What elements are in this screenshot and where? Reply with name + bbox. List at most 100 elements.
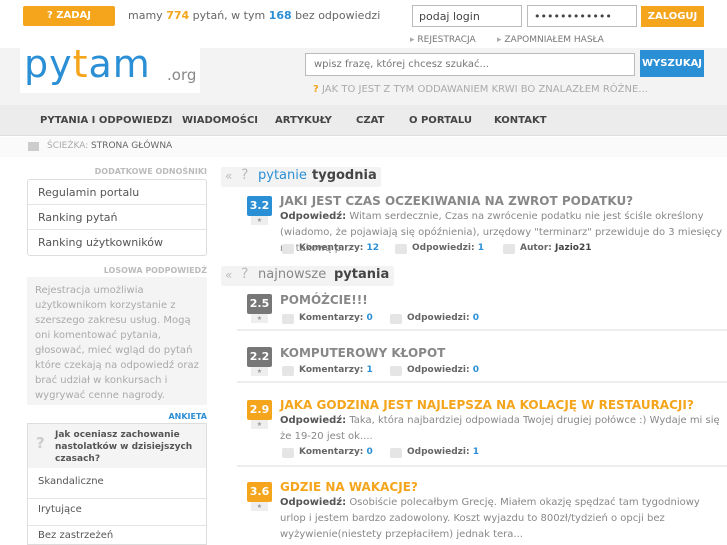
question-title[interactable]: GDZIE NA WAKACJE?: [280, 480, 418, 494]
rating-stars-icon: ★: [251, 314, 268, 323]
comments-label: Komentarzy:: [299, 243, 364, 253]
book-icon: [28, 142, 39, 151]
section-week-word2: tygodnia: [312, 168, 377, 183]
sidebar-link-rules[interactable]: Regulamin portalu: [28, 180, 206, 205]
question-mark-icon: ?: [313, 84, 319, 95]
answers-count[interactable]: Odpowiedzi: 1: [407, 447, 479, 457]
nav-item-questions[interactable]: PYTANIA I ODPOWIEDZI: [40, 115, 172, 126]
forgot-password-link[interactable]: ZAPOMNIAŁEM HASŁA: [497, 35, 603, 45]
answer-label: Odpowiedź:: [280, 415, 347, 426]
sidebar-random-tip: Rejestracja umożliwia użytkownikom korzy…: [27, 277, 207, 405]
answers-count[interactable]: Odpowiedzi: 0: [407, 313, 479, 323]
double-arrow-icon: «: [225, 268, 233, 282]
answer-text: Taka, która najbardziej odpowiada Twojej…: [280, 415, 720, 442]
answer-label: Odpowiedź:: [280, 497, 347, 508]
logo-text-b: am: [88, 42, 151, 86]
answers-icon: [390, 366, 402, 376]
search-input[interactable]: [305, 53, 635, 76]
question-mark-icon: ?: [241, 167, 249, 183]
comments-value: 12: [366, 243, 380, 253]
poll-option-irritating[interactable]: Irytujące: [38, 504, 82, 515]
answers-count[interactable]: Odpowiedzi: 0: [407, 365, 479, 375]
comments-value: 0: [366, 313, 373, 323]
comments-count[interactable]: Komentarzy: 12: [299, 243, 379, 253]
answers-value: 0: [472, 313, 479, 323]
comments-count[interactable]: Komentarzy: 0: [299, 447, 373, 457]
nav-item-contact[interactable]: KONTAKT: [494, 115, 547, 126]
poll-option-scandalous[interactable]: Skandaliczne: [38, 476, 104, 487]
sidebar-links-header: DODATKOWE ODNOŚNIKI: [94, 167, 207, 176]
rating-stars-icon: ★: [251, 420, 268, 429]
answers-icon: [390, 448, 402, 458]
user-icon: [503, 244, 515, 254]
search-button[interactable]: WYSZUKAJ: [640, 50, 704, 77]
stats-middle: pytań, w tym: [192, 9, 266, 22]
author[interactable]: Autor: Jazio21: [520, 243, 592, 253]
comments-icon: [282, 366, 294, 376]
question-row: 2.2 ★ KOMPUTEROWY KŁOPOT Komentarzy: 1 O…: [237, 339, 727, 383]
sidebar-link-question-ranking[interactable]: Ranking pytań: [28, 205, 206, 230]
answer-label: Odpowiedź:: [280, 211, 347, 222]
comments-count[interactable]: Komentarzy: 0: [299, 313, 373, 323]
rating-badge: 2.2: [247, 347, 272, 367]
logo-text-t: t: [72, 42, 89, 86]
random-question-link[interactable]: ? JAK TO JEST Z TYM ODDAWANIEM KRWI BO Z…: [313, 84, 648, 95]
nav-item-about[interactable]: O PORTALU: [409, 115, 472, 126]
login-input[interactable]: [412, 5, 522, 27]
answers-icon: [390, 314, 402, 324]
password-input[interactable]: [527, 5, 637, 27]
answers-label: Odpowiedzi:: [407, 447, 470, 457]
author-value: Jazio21: [555, 243, 592, 253]
question-mark-icon: ?: [241, 266, 249, 282]
rating-badge: 2.5: [247, 294, 272, 314]
nav-item-articles[interactable]: ARTYKUŁY: [275, 115, 332, 126]
question-row: 2.9 ★ JAKA GODZINA JEST NAJLEPSZA NA KOL…: [237, 392, 727, 467]
question-row: 3.6 ★ GDZIE NA WAKACJE? Odpowiedź: Osobi…: [237, 475, 727, 545]
stats-suffix: bez odpowiedzi: [295, 9, 381, 22]
question-title[interactable]: JAKI JEST CZAS OCZEKIWANIA NA ZWROT PODA…: [280, 194, 633, 208]
login-button[interactable]: ZALOGUJ: [641, 6, 704, 27]
rating-stars-icon: ★: [251, 367, 268, 376]
logo-text-a: py: [24, 42, 73, 86]
section-newest-word2: pytania: [334, 267, 390, 282]
section-newest-header: « ? najnowsze pytania: [221, 266, 394, 286]
poll-option-no-objections[interactable]: Bez zastrzeżeń: [38, 530, 113, 541]
rating-stars-icon: ★: [251, 502, 268, 511]
breadcrumb-current[interactable]: STRONA GŁÓWNA: [91, 141, 172, 151]
question-mark-icon: ?: [36, 434, 45, 452]
poll: ? Jak oceniasz zachowanie nastolatków w …: [27, 423, 207, 545]
rating-badge: 3.2: [247, 196, 272, 216]
logo[interactable]: pytam .org: [20, 42, 200, 93]
ask-question-button[interactable]: ? ZADAJ PYTANIE: [23, 6, 115, 41]
sidebar-link-user-ranking[interactable]: Ranking użytkowników: [28, 230, 206, 255]
comments-label: Komentarzy:: [299, 313, 364, 323]
rating-badge: 2.9: [247, 400, 272, 420]
breadcrumb: ŚCIEŻKA: STRONA GŁÓWNA: [0, 137, 727, 157]
question-row: 3.2 ★ JAKI JEST CZAS OCZEKIWANIA NA ZWRO…: [237, 190, 727, 260]
author-label: Autor:: [520, 243, 552, 253]
answers-value: 0: [472, 365, 479, 375]
question-answer: Odpowiedź: Taka, która najbardziej odpow…: [280, 413, 725, 445]
divider: [28, 525, 206, 526]
poll-question: Jak oceniasz zachowanie nastolatków w dz…: [55, 430, 193, 464]
nav-item-news[interactable]: WIADOMOŚCI: [182, 115, 258, 126]
section-week-header: « ? pytanie tygodnia: [221, 167, 381, 187]
answers-label: Odpowiedzi:: [412, 243, 475, 253]
section-week-word1: pytanie: [258, 168, 307, 183]
question-answer: Odpowiedź: Osobiście polecałbym Grecję. …: [280, 495, 725, 543]
comments-value: 0: [366, 447, 373, 457]
answers-value: 1: [472, 447, 479, 457]
random-question-text: JAK TO JEST Z TYM ODDAWANIEM KRWI BO ZNA…: [322, 84, 648, 95]
register-link[interactable]: REJESTRACJA: [410, 35, 475, 45]
question-title[interactable]: KOMPUTEROWY KŁOPOT: [280, 346, 445, 360]
nav-item-chat[interactable]: CZAT: [356, 115, 384, 126]
answers-count[interactable]: Odpowiedzi: 1: [412, 243, 484, 253]
comments-label: Komentarzy:: [299, 447, 364, 457]
question-row: 2.5 ★ POMÓŻCIE!!! Komentarzy: 0 Odpowied…: [237, 287, 727, 331]
answers-icon: [395, 244, 407, 254]
rating-badge: 3.6: [247, 482, 272, 502]
divider: [28, 498, 206, 499]
comments-count[interactable]: Komentarzy: 1: [299, 365, 373, 375]
question-title[interactable]: JAKA GODZINA JEST NAJLEPSZA NA KOLACJĘ W…: [280, 398, 694, 412]
question-title[interactable]: POMÓŻCIE!!!: [280, 293, 368, 307]
